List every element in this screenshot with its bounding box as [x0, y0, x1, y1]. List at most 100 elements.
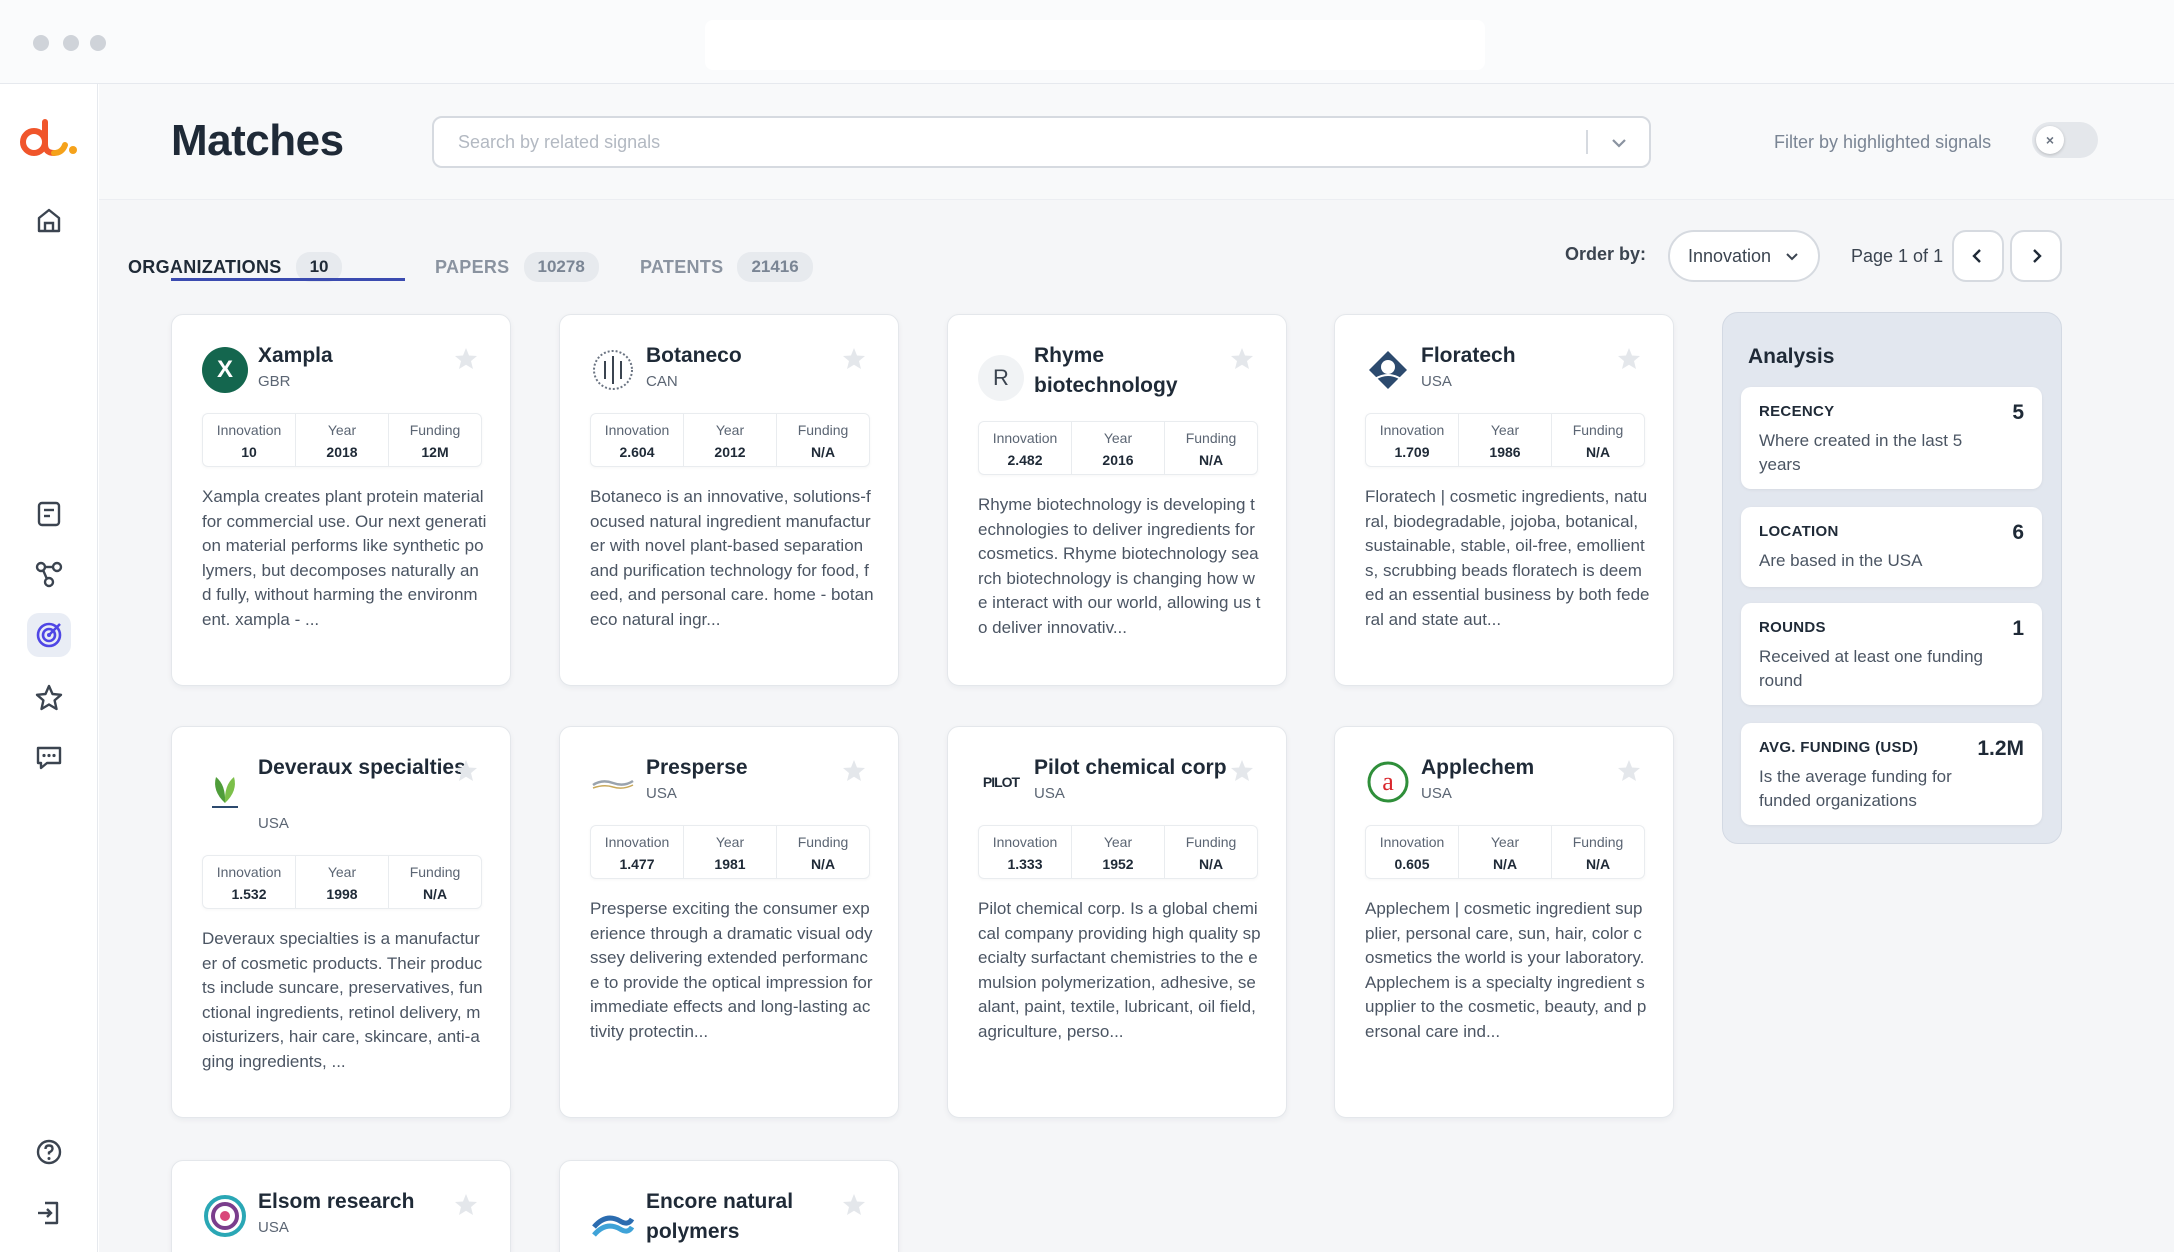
- funding-metric: Funding N/A: [797, 834, 849, 872]
- next-page-button[interactable]: [2010, 230, 2062, 282]
- tab-organizations[interactable]: ORGANIZATIONS 10: [128, 244, 343, 290]
- organization-name[interactable]: Xampla: [258, 341, 468, 371]
- metrics-row: Innovation 1.709 Year 1986 Funding N/A: [1365, 413, 1645, 467]
- organization-card[interactable]: a Applechem USA Innovation 0.605 Year N/A …: [1334, 726, 1674, 1118]
- tab-label: PATENTS: [640, 256, 724, 277]
- presperse-logo: [590, 759, 636, 805]
- organization-name[interactable]: Deveraux specialties: [258, 753, 468, 783]
- search-input[interactable]: [458, 130, 1558, 154]
- favorite-star-icon[interactable]: [840, 757, 868, 785]
- funding-metric: Funding N/A: [1185, 834, 1237, 872]
- analysis-key: AVG. FUNDING (USD): [1759, 739, 1919, 756]
- target-icon[interactable]: [27, 613, 71, 657]
- metrics-row: Innovation 2.482 Year 2016 Funding N/A: [978, 421, 1258, 475]
- metrics-row: Innovation 1.477 Year 1981 Funding N/A: [590, 825, 870, 879]
- analysis-description: Where created in the last 5 years: [1759, 431, 1963, 474]
- search-field[interactable]: [432, 116, 1651, 168]
- favorite-star-icon[interactable]: [1228, 345, 1256, 373]
- highlight-filter-toggle[interactable]: ×: [2032, 122, 2098, 158]
- tab-count-badge: 21416: [737, 252, 813, 282]
- analysis-value: 5: [2012, 401, 2024, 424]
- favorite-star-icon[interactable]: [452, 757, 480, 785]
- organization-country: USA: [258, 815, 289, 832]
- innovation-metric: Innovation 2.482: [979, 422, 1072, 474]
- page-title: Matches: [171, 116, 344, 165]
- analysis-value: 1: [2012, 617, 2024, 640]
- home-icon[interactable]: [27, 198, 71, 242]
- document-icon[interactable]: [27, 492, 71, 536]
- help-icon[interactable]: [27, 1130, 71, 1174]
- organization-country: USA: [258, 1219, 289, 1236]
- window-maximize-button[interactable]: [90, 35, 106, 51]
- graph-icon[interactable]: [27, 552, 71, 596]
- organization-name[interactable]: Encore natural polymers: [646, 1187, 856, 1247]
- address-bar[interactable]: [705, 20, 1485, 70]
- favorite-star-icon[interactable]: [840, 1191, 868, 1219]
- organization-card[interactable]: Botaneco CAN Innovation 2.604 Year 2012 Fu…: [559, 314, 899, 686]
- favorite-star-icon[interactable]: [452, 345, 480, 373]
- app-logo[interactable]: [18, 114, 80, 164]
- year-metric: Year 1952: [1072, 826, 1165, 878]
- search-separator: [1586, 130, 1588, 154]
- metrics-row: Innovation 0.605 Year N/A Funding N/A: [1365, 825, 1645, 879]
- innovation-metric: Innovation 2.604: [591, 414, 684, 466]
- organization-name[interactable]: Applechem: [1421, 753, 1631, 783]
- organization-card[interactable]: Elsom research USA: [171, 1160, 511, 1252]
- window-minimize-button[interactable]: [63, 35, 79, 51]
- organization-country: USA: [646, 785, 677, 802]
- filter-label: Filter by highlighted signals: [1774, 132, 1992, 152]
- organization-card[interactable]: Deveraux specialties USA Innovation 1.532…: [171, 726, 511, 1118]
- order-by-value: Innovation: [1688, 245, 1772, 266]
- organization-name[interactable]: Rhyme biotechnology: [1034, 341, 1244, 401]
- organization-card[interactable]: Presperse USA Innovation 1.477 Year 1981 F…: [559, 726, 899, 1118]
- innovation-metric: Innovation 1.477: [591, 826, 684, 878]
- favorite-star-icon[interactable]: [452, 1191, 480, 1219]
- tab-patents[interactable]: PATENTS 21416: [640, 244, 813, 290]
- year-metric: Year N/A: [1459, 826, 1552, 878]
- favorite-star-icon[interactable]: [1228, 757, 1256, 785]
- tab-label: PAPERS: [435, 256, 510, 277]
- favorite-star-icon[interactable]: [1615, 345, 1643, 373]
- organization-country: USA: [1421, 373, 1452, 390]
- tab-papers[interactable]: PAPERS 10278: [435, 244, 599, 290]
- tab-count-badge: 10278: [523, 252, 599, 282]
- previous-page-button[interactable]: [1952, 230, 2004, 282]
- organization-name[interactable]: Elsom research: [258, 1187, 468, 1217]
- year-metric: Year 2016: [1072, 422, 1165, 474]
- organization-name[interactable]: Botaneco: [646, 341, 856, 371]
- organization-card[interactable]: Floratech USA Innovation 1.709 Year 1986 F…: [1334, 314, 1674, 686]
- year-metric: Year 1998: [296, 856, 389, 908]
- main-content: Matches Filter by highlighted signals × …: [99, 84, 2174, 1252]
- organization-card[interactable]: R Rhyme biotechnology Innovation 2.482 Ye…: [947, 314, 1287, 686]
- year-metric: Year 1986: [1459, 414, 1552, 466]
- analysis-recency-card: RECENCY 5 Where created in the last 5 ye…: [1741, 387, 2042, 489]
- pilot-chemical-logo: PILOT: [982, 774, 1020, 790]
- sidebar: [0, 84, 98, 1252]
- analysis-description: Are based in the USA: [1759, 551, 1923, 570]
- analysis-description: Is the average funding for funded organi…: [1759, 767, 1952, 810]
- organization-name[interactable]: Floratech: [1421, 341, 1631, 371]
- organization-card[interactable]: Encore natural polymers: [559, 1160, 899, 1252]
- logout-icon[interactable]: [27, 1191, 71, 1235]
- organization-description: Xampla creates plant protein material fo…: [202, 487, 487, 629]
- xampla-logo: X: [202, 347, 248, 393]
- chevron-down-icon[interactable]: [1606, 130, 1632, 156]
- organization-country: USA: [1034, 785, 1065, 802]
- favorite-star-icon[interactable]: [1615, 757, 1643, 785]
- chat-icon[interactable]: [27, 736, 71, 780]
- top-bar: Matches Filter by highlighted signals ×: [99, 84, 2174, 200]
- organization-description: Floratech | cosmetic ingredients, natura…: [1365, 487, 1650, 629]
- star-icon[interactable]: [27, 676, 71, 720]
- order-by-select[interactable]: Innovation: [1668, 230, 1820, 282]
- organization-name[interactable]: Presperse: [646, 753, 856, 783]
- organization-card[interactable]: PILOT Pilot chemical corp USA Innovation…: [947, 726, 1287, 1118]
- funding-metric: Funding N/A: [797, 422, 849, 460]
- funding-metric: Funding N/A: [409, 864, 461, 902]
- innovation-metric: Innovation 1.709: [1366, 414, 1459, 466]
- organization-card[interactable]: X Xampla GBR Innovation 10 Year 2018 Fundi…: [171, 314, 511, 686]
- svg-text:a: a: [1382, 767, 1394, 796]
- innovation-metric: Innovation 10: [203, 414, 296, 466]
- analysis-panel: Analysis RECENCY 5 Where created in the …: [1722, 312, 2062, 844]
- favorite-star-icon[interactable]: [840, 345, 868, 373]
- window-close-button[interactable]: [33, 35, 49, 51]
